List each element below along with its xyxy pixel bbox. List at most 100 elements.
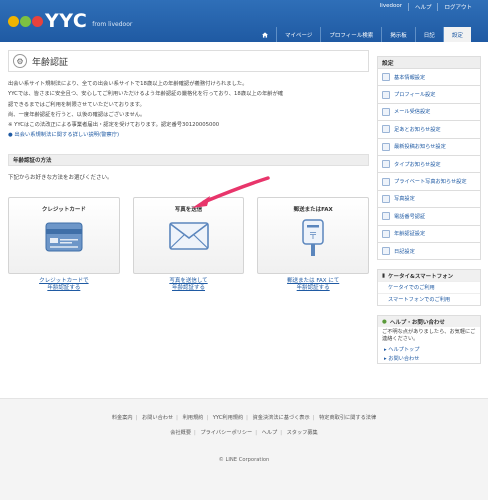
link-line: 写真を送信して bbox=[169, 277, 208, 284]
sidebar-item-private-photo[interactable]: プライベート写真お知らせ設定 bbox=[377, 173, 481, 191]
help-box: ● ヘルプ・お問い合わせ ご不明な点がありましたら、お気軽にご連絡ください。 ▸ … bbox=[377, 315, 481, 365]
tab-bulletin-board[interactable]: 掲示板 bbox=[381, 27, 415, 42]
link-line: 年齢認証する bbox=[47, 284, 81, 291]
sidebar-heading: 設定 bbox=[377, 56, 481, 69]
footer-link-terms[interactable]: 利用規約 bbox=[180, 415, 207, 421]
mail-fax-option: 郵送またはFAX 〒 郵送または FAX にて 年齢認証する bbox=[257, 196, 370, 292]
intro-line: YYCでは、皆さまに安全且つ、安心してご利用いただけるよう年齢認証の厳格化を行っ… bbox=[8, 91, 284, 98]
method-section: 年齢認証の方法 下記からお好きな方法をお選びください。 クレジットカード クレジ… bbox=[8, 153, 370, 292]
top-utility-links: livedoor ヘルプ ログアウト bbox=[374, 3, 478, 11]
method-cards: クレジットカード クレジットカードで 年齢認証する 写真を送信 写真を送信して … bbox=[8, 196, 370, 292]
sidebar-item-basic-info[interactable]: 基本情報設定 bbox=[377, 69, 481, 87]
tab-diary[interactable]: 日記 bbox=[414, 27, 443, 42]
link-line: 年齢認証する bbox=[296, 284, 330, 291]
footer-link-commerce-law[interactable]: 特定商取引に関する法律 bbox=[316, 415, 379, 421]
link-line: 郵送または FAX にて bbox=[287, 277, 340, 284]
method-note: 下記からお好きな方法をお選びください。 bbox=[8, 174, 113, 181]
sidebar-item-label: 年齢認証設定 bbox=[394, 231, 426, 238]
card-title: 郵送またはFAX bbox=[293, 206, 333, 213]
footprint-icon bbox=[382, 125, 390, 134]
sidebar-item-label: 写真設定 bbox=[394, 196, 415, 203]
profile-icon bbox=[382, 90, 390, 99]
intro-text: 出会い系サイト規制法により、全ての出会い系サイトで18歳以上の年齢確認が義務付け… bbox=[8, 79, 369, 141]
help-link[interactable]: ヘルプ bbox=[407, 3, 438, 11]
sidebar-item-label: 電話番号認証 bbox=[394, 213, 426, 220]
logout-link[interactable]: ログアウト bbox=[437, 3, 478, 11]
mobile-box: ▮ ケータイ&スマートフォン ケータイでのご利用 スマートフォンでのご利用 bbox=[377, 269, 481, 307]
sidebar-item-type[interactable]: タイプお知らせ設定 bbox=[377, 155, 481, 174]
diary-icon bbox=[382, 247, 390, 256]
intro-line: 尚、一度年齢認証を行うと、以後の確認はございません。 bbox=[8, 111, 146, 118]
footer-link-recruit[interactable]: スタッフ募集 bbox=[284, 430, 321, 436]
envelope-icon bbox=[168, 221, 209, 252]
sidebar-item-label: メール受信設定 bbox=[394, 109, 431, 116]
footer-link-company[interactable]: 会社概要 bbox=[167, 430, 194, 436]
contact-link[interactable]: ▸ お問い合わせ bbox=[378, 354, 480, 363]
sidebar-item-footprint[interactable]: 足あとお知らせ設定 bbox=[377, 121, 481, 139]
mail-icon bbox=[382, 107, 390, 116]
separator: | bbox=[312, 415, 315, 421]
sidebar-item-profile[interactable]: プロフィール設定 bbox=[377, 86, 481, 104]
help-icon: ● bbox=[382, 318, 387, 325]
phone-icon: ▮ bbox=[382, 272, 386, 279]
footer-link-contact[interactable]: お問い合わせ bbox=[139, 415, 176, 421]
gear-icon: ⚙ bbox=[13, 54, 27, 68]
tab-settings[interactable]: 設定 bbox=[442, 27, 471, 42]
photo-verify-link[interactable]: 写真を送信して 年齢認証する bbox=[133, 278, 245, 292]
separator: | bbox=[280, 430, 282, 436]
tab-home[interactable] bbox=[254, 27, 276, 42]
tab-mypage[interactable]: マイページ bbox=[276, 27, 320, 42]
sidebar-item-label: 足あとお知らせ設定 bbox=[394, 126, 441, 133]
mobile-heading: ▮ ケータイ&スマートフォン bbox=[378, 270, 480, 282]
phone-icon bbox=[382, 212, 390, 221]
separator: | bbox=[176, 415, 178, 421]
copyright: © LINE Corporation bbox=[218, 457, 270, 463]
separator: | bbox=[255, 430, 257, 436]
footer-link-payment-law[interactable]: 資金決済法に基づく表示 bbox=[250, 415, 313, 421]
main-nav: マイページ プロフィール検索 掲示板 日記 設定 bbox=[254, 27, 471, 42]
footer-link-yyc-terms[interactable]: YYC利用規約 bbox=[210, 415, 246, 421]
regulation-info-link-label: 出会い系規制法に関する詳しい説明(警察庁) bbox=[14, 132, 120, 139]
home-icon bbox=[262, 31, 268, 38]
separator: | bbox=[135, 415, 138, 421]
mail-fax-verify-link[interactable]: 郵送または FAX にて 年齢認証する bbox=[257, 278, 369, 292]
credit-card-verify-link[interactable]: クレジットカードで 年齢認証する bbox=[8, 278, 120, 292]
sidebar-item-label: タイプお知らせ設定 bbox=[394, 161, 441, 168]
separator: | bbox=[194, 430, 196, 436]
footer-links-row2: 会社概要 | プライバシーポリシー | ヘルプ | スタッフ募集 bbox=[0, 429, 488, 436]
sidebar-item-diary[interactable]: 日記設定 bbox=[377, 242, 481, 261]
tab-profile-search[interactable]: プロフィール検索 bbox=[320, 27, 381, 42]
footer-link-privacy[interactable]: プライバシーポリシー bbox=[197, 430, 255, 436]
footer-link-pricing[interactable]: 料金案内 bbox=[109, 415, 136, 421]
settings-icon bbox=[382, 73, 390, 82]
mobile-link-keitai[interactable]: ケータイでのご利用 bbox=[378, 281, 480, 293]
mobile-heading-label: ケータイ&スマートフォン bbox=[388, 273, 454, 280]
svg-text:〒: 〒 bbox=[309, 232, 318, 242]
footer-link-help[interactable]: ヘルプ bbox=[259, 430, 281, 436]
regulation-info-link[interactable]: ● 出会い系規制法に関する詳しい説明(警察庁) bbox=[8, 130, 369, 140]
sidebar-item-label: プロフィール設定 bbox=[394, 92, 436, 99]
mail-fax-button[interactable]: 郵送またはFAX 〒 bbox=[257, 196, 370, 274]
page-title: 年齢認証 bbox=[32, 57, 69, 68]
sidebar-item-photo[interactable]: 写真設定 bbox=[377, 190, 481, 209]
credit-card-icon bbox=[45, 222, 83, 254]
logo-dot bbox=[32, 16, 43, 27]
help-top-link-label: ヘルプトップ bbox=[388, 347, 420, 354]
yyc-logo[interactable]: YYC from livedoor bbox=[8, 12, 132, 31]
intro-line: 認できるまではご利用を制限させていただいております。 bbox=[8, 101, 145, 108]
sidebar-item-label: 基本情報設定 bbox=[394, 74, 426, 81]
livedoor-link[interactable]: livedoor bbox=[374, 3, 408, 11]
sidebar-item-phone[interactable]: 電話番号認証 bbox=[377, 208, 481, 226]
sidebar-item-latest-post[interactable]: 最新投稿お知らせ設定 bbox=[377, 138, 481, 156]
private-photo-icon bbox=[382, 177, 390, 186]
sidebar-item-label: プライベート写真お知らせ設定 bbox=[394, 179, 467, 186]
credit-card-button[interactable]: クレジットカード bbox=[8, 196, 120, 274]
help-top-link[interactable]: ▸ ヘルプトップ bbox=[378, 345, 480, 354]
intro-line: ※ YYCはこの法改正による事業者届出・認定を受けております。認定番号30120… bbox=[8, 122, 220, 129]
sidebar-item-label: 日記設定 bbox=[394, 248, 415, 255]
help-heading: ● ヘルプ・お問い合わせ bbox=[378, 316, 480, 328]
method-heading: 年齢認証の方法 bbox=[8, 153, 369, 166]
sidebar-item-age-verification[interactable]: 年齢認証設定 bbox=[377, 225, 481, 243]
sidebar-item-mail[interactable]: メール受信設定 bbox=[377, 103, 481, 122]
mobile-link-smartphone[interactable]: スマートフォンでのご利用 bbox=[378, 293, 480, 305]
